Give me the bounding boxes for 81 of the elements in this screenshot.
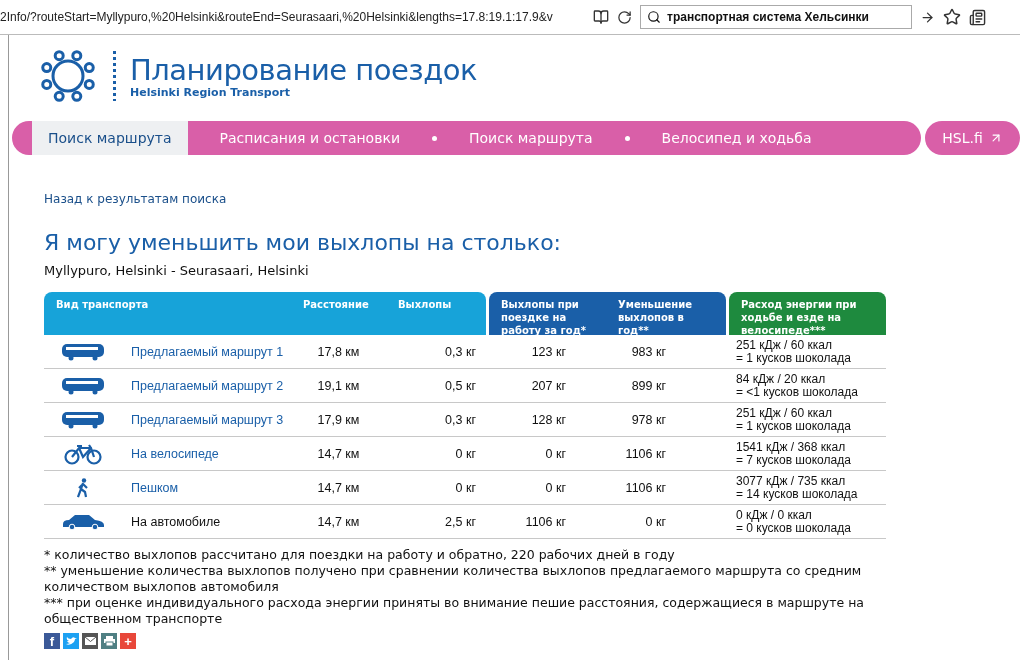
bullet-icon <box>432 135 437 141</box>
dotted-divider <box>113 51 116 101</box>
nav-tab[interactable]: Расписания и остановки <box>203 121 416 155</box>
email-button[interactable] <box>82 633 98 649</box>
route-link[interactable]: На велосипеде <box>131 446 219 461</box>
footnote: * количество выхлопов рассчитано для поездки на работу и обратно, 220 рабочих дней в году <box>44 547 676 563</box>
bullet-icon <box>624 135 630 141</box>
distance-text: 14,7 км <box>317 480 360 495</box>
chocolate-text: = <1 кусков шоколада <box>736 385 858 398</box>
route-link[interactable]: Предлагаемый маршрут 3 <box>131 412 284 427</box>
emissions-text: 0 кг <box>455 480 476 495</box>
yearly-emissions-text: 207 кг <box>531 378 566 393</box>
energy-text: 1541 кДж / 368 ккал <box>736 441 846 454</box>
pedestrian-icon <box>76 477 89 498</box>
energy-text: 3077 кДж / 735 ккал <box>736 475 846 488</box>
route-name: На автомобиле <box>131 514 221 529</box>
chocolate-text: = 0 кусков шоколада <box>736 521 851 534</box>
chocolate-text: = 1 кусков шоколада <box>736 419 851 432</box>
reduction-text: 0 кг <box>645 514 666 529</box>
yearly-emissions-text: 128 кг <box>531 412 566 427</box>
yearly-emissions-text: 0 кг <box>545 446 566 461</box>
back-link[interactable]: Назад к результатам поиска <box>44 192 227 206</box>
footnote: ** уменьшение количества выхлопов получено при сравнении количества выхлопов предлагаемого маршрута со средним количеством выхлопов автомобиля <box>44 563 863 595</box>
footnote: *** при оценке индивидуального расхода энергии приняты во внимание пешие расстояния, содержащиеся в маршруте на общественном транспорте <box>44 595 865 627</box>
nav-tab[interactable]: Велосипед и ходьба <box>645 121 828 155</box>
go-arrow-icon[interactable] <box>920 9 935 25</box>
search-icon <box>647 10 661 24</box>
bookmark-star-icon[interactable] <box>943 8 961 26</box>
chocolate-text: = 7 кусков шоколада <box>736 453 851 466</box>
energy-text: 251 кДж / 60 ккал <box>736 339 832 352</box>
site-title: Планирование поездок <box>130 53 478 86</box>
bus-icon <box>60 342 105 361</box>
column-header: Расход энергии при ходьбе и езде на велосипеде*** <box>729 292 886 335</box>
route-link[interactable]: Предлагаемый маршрут 1 <box>131 344 284 359</box>
reading-list-icon[interactable] <box>969 8 986 26</box>
yearly-emissions-text: 1106 кг <box>525 514 566 529</box>
reader-view-icon[interactable] <box>593 9 609 25</box>
distance-text: 14,7 км <box>317 514 360 529</box>
print-button[interactable] <box>101 633 117 649</box>
share-more-button[interactable]: + <box>120 633 136 649</box>
chocolate-text: = 1 кусков шоколада <box>736 351 851 364</box>
route-text: Myllypuro, Helsinki - Seurasaari, Helsinki <box>44 263 310 278</box>
column-header: Вид транспорта <box>44 292 291 335</box>
column-header: Расстояние <box>291 292 386 335</box>
column-header: Уменьшение выхлопов в год** <box>606 292 726 335</box>
chocolate-text: = 14 кусков шоколада <box>736 487 858 500</box>
yearly-emissions-text: 0 кг <box>545 480 566 495</box>
car-icon <box>60 513 105 530</box>
reload-icon[interactable] <box>617 9 632 25</box>
reduction-text: 1106 кг <box>625 446 666 461</box>
distance-text: 14,7 км <box>317 446 360 461</box>
external-link-button[interactable]: HSL.fi <box>925 121 1020 155</box>
search-field[interactable]: транспортная система Хельсинки <box>640 5 912 29</box>
page-heading: Я могу уменьшить мои выхлопы на столько: <box>44 230 562 255</box>
emissions-text: 2,5 кг <box>445 514 476 529</box>
route-link[interactable]: Пешком <box>131 480 179 495</box>
nav-tab[interactable]: Поиск маршрута <box>32 121 188 155</box>
reduction-text: 899 кг <box>631 378 666 393</box>
bicycle-icon <box>63 442 102 465</box>
route-link[interactable]: Предлагаемый маршрут 2 <box>131 378 284 393</box>
emissions-text: 0 кг <box>455 446 476 461</box>
distance-text: 19,1 км <box>317 378 360 393</box>
emissions-text: 0,3 кг <box>445 412 476 427</box>
reduction-text: 983 кг <box>631 344 666 359</box>
emissions-text: 0,3 кг <box>445 344 476 359</box>
energy-text: 84 кДж / 20 ккал <box>736 373 826 386</box>
site-subtitle: Helsinki Region Transport <box>130 85 290 99</box>
distance-text: 17,9 км <box>317 412 360 427</box>
address-bar[interactable]: 2Info/?routeStart=Myllypuro,%20Helsinki&routeEnd=Seurasaari,%20Helsinki&lengths=17.8:19.1:17.9&v <box>0 10 585 24</box>
yearly-emissions-text: 123 кг <box>531 344 566 359</box>
energy-text: 0 кДж / 0 ккал <box>736 509 812 522</box>
distance-text: 17,8 км <box>317 344 360 359</box>
bus-icon <box>60 410 105 429</box>
nav-tab[interactable]: Поиск маршрута <box>453 121 609 155</box>
column-header: Выхлопы <box>386 292 486 335</box>
reduction-text: 1106 кг <box>625 480 666 495</box>
bus-icon <box>60 376 105 395</box>
facebook-button[interactable]: f <box>44 633 60 649</box>
emissions-text: 0,5 кг <box>445 378 476 393</box>
energy-text: 251 кДж / 60 ккал <box>736 407 832 420</box>
reduction-text: 978 кг <box>631 412 666 427</box>
